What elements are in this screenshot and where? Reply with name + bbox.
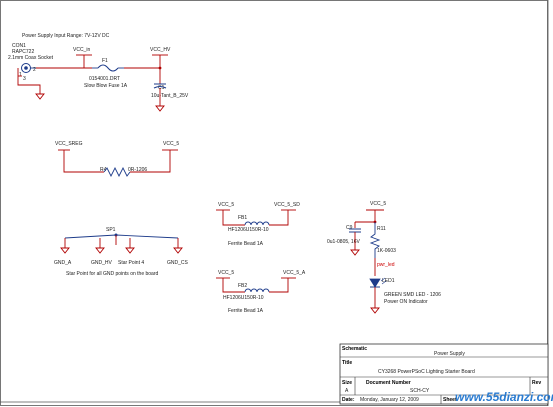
ground-icon <box>370 307 380 314</box>
star-bar <box>64 234 179 239</box>
wire-fb1-out <box>269 210 289 226</box>
r11-ref: R11 <box>377 226 386 232</box>
junction-dot <box>158 66 162 70</box>
net-vcc5-fb1: VCC_5 <box>218 202 234 208</box>
net-vcc5-fb2: VCC_5 <box>218 270 234 276</box>
fb2-ref: FB2 <box>238 283 247 289</box>
schematic-sheet: Power Supply Input Range: 7V-12V DC CON1… <box>0 0 553 406</box>
fb2-part: HF1206U150R-10 <box>223 295 264 301</box>
fb2-desc: Ferrite Bead 1A <box>228 308 264 314</box>
net-vcc5-a: VCC_5_A <box>283 270 306 276</box>
ground-icon <box>95 247 105 254</box>
tb-schematic-value: Power Supply <box>434 351 465 357</box>
inductor-icon <box>244 288 270 293</box>
c1-value: 10u-Tant_B_25V <box>151 93 189 99</box>
f1-ref: F1 <box>102 58 108 64</box>
net-star4: Star Point 4 <box>118 260 144 266</box>
net-vcc-in: VCC_in <box>73 47 90 53</box>
tb-size-label: Size <box>342 380 352 386</box>
con1-desc: 2.1mm Coax Socket <box>8 55 54 61</box>
fb1-part: HF1206U150R-10 <box>228 227 269 233</box>
tb-date-value: Monday, January 12, 2009 <box>360 397 419 403</box>
ground-icon <box>60 247 70 254</box>
tb-schematic-label: Schematic <box>342 346 367 352</box>
tb-title-label: Title <box>342 360 352 366</box>
sp1-note: Star Point for all GND points on the boa… <box>66 271 158 277</box>
ground-icon <box>155 105 165 112</box>
fb1-ref: FB1 <box>238 215 247 221</box>
resistor-icon <box>103 166 131 178</box>
led1-desc: Power ON Indicator <box>384 299 428 305</box>
ground-icon <box>125 247 135 254</box>
net-vcc5-top: VCC_5 <box>163 141 179 147</box>
watermark: www.55dianzi.com <box>455 390 553 404</box>
ground-icon <box>350 249 360 256</box>
led1-part: GREEN SMD LED - 1206 <box>384 292 441 298</box>
ground-icon <box>173 247 183 254</box>
r11-value: 1K-0603 <box>377 248 396 254</box>
led-icon <box>369 277 387 288</box>
fb1-desc: Ferrite Bead 1A <box>228 241 264 247</box>
tb-title-value: CY3268 PowerPSoC Lighting Starter Board <box>378 369 475 375</box>
tb-rev-label: Rev <box>532 380 541 386</box>
net-vcc-sreg: VCC_SREG <box>55 141 83 147</box>
net-vcc-hv: VCC_HV <box>150 47 171 53</box>
net-vcc5-led: VCC_5 <box>370 201 386 207</box>
pin-2: 2 <box>33 67 36 73</box>
c9-ref: C9 <box>346 225 353 231</box>
net-gnd-hv: GND_HV <box>91 260 113 266</box>
wire-sreg <box>63 150 104 173</box>
f1-desc: Slow Blow Fuse 1A <box>84 83 128 89</box>
ground-icon <box>35 93 45 100</box>
net-vcc5-sd: VCC_5_SD <box>274 202 300 208</box>
fuse-icon <box>92 64 124 72</box>
sp1-ref: SP1 <box>106 227 116 233</box>
tb-date-label: Date: <box>342 397 355 403</box>
f1-part: 0154001.DRT <box>89 76 120 82</box>
pin-1: 1 <box>19 72 22 78</box>
wire-fb2-out <box>269 278 289 293</box>
tb-doc-label: Document Number <box>366 380 411 386</box>
net-gnd-cs: GND_CS <box>167 260 189 266</box>
pin-3: 3 <box>23 76 26 82</box>
net-pwr-led: pwr_led <box>377 262 395 268</box>
inductor-icon <box>244 221 270 226</box>
net-gnd-a: GND_A <box>54 260 72 266</box>
header-title: Power Supply Input Range: 7V-12V DC <box>22 33 110 39</box>
tb-doc-value: SCH-CY <box>410 388 430 394</box>
c1-ref: C1 <box>158 85 165 91</box>
